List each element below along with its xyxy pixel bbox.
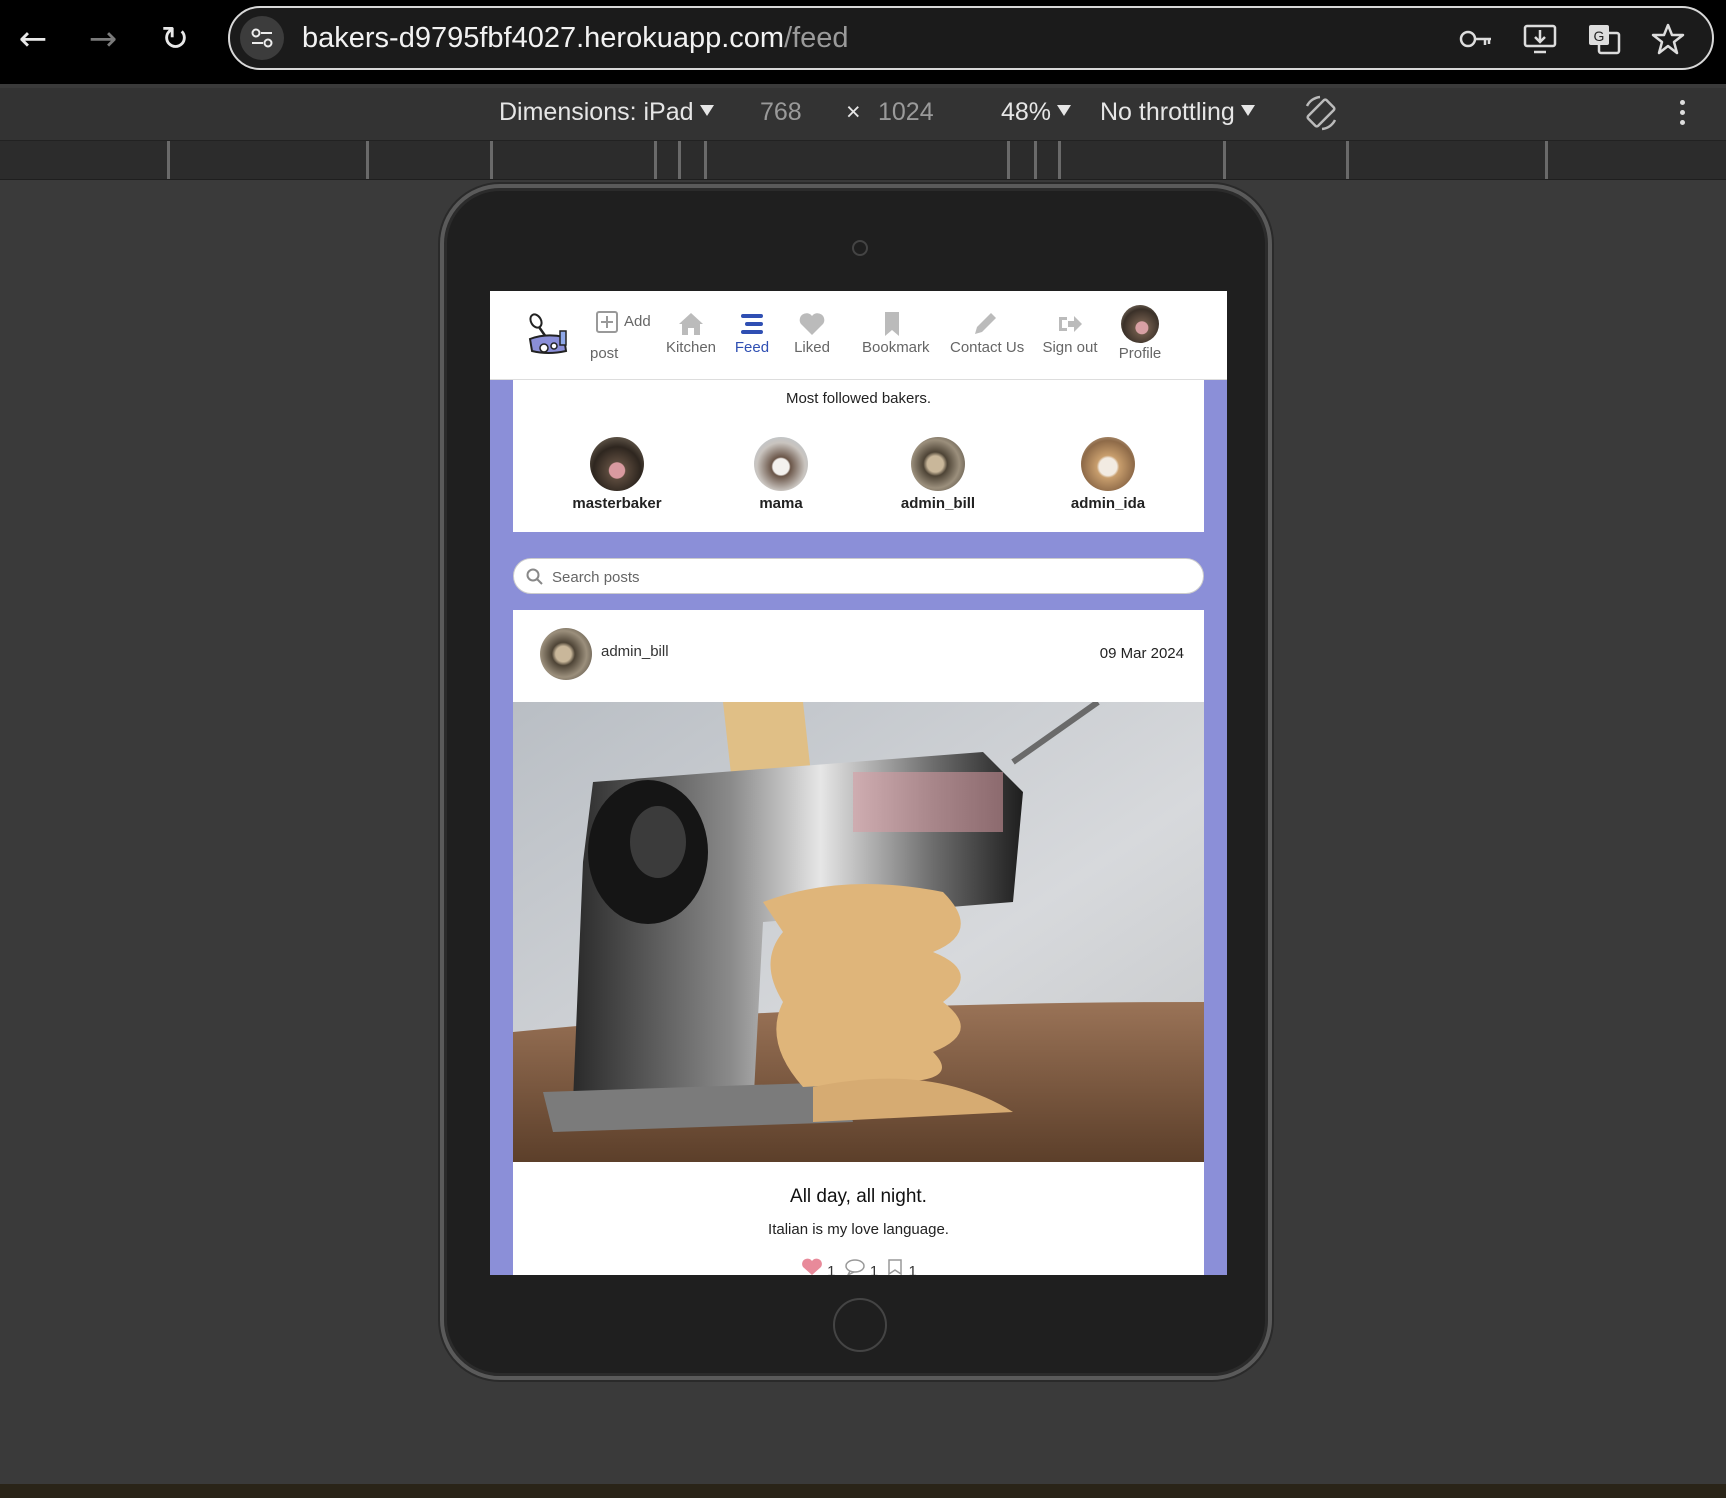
search-icon bbox=[526, 568, 543, 585]
height-input[interactable]: 1024 bbox=[878, 98, 934, 127]
nav-kitchen[interactable]: Kitchen bbox=[656, 309, 726, 356]
throttling-label: No throttling bbox=[1100, 98, 1235, 126]
nav-add-label: Add bbox=[624, 313, 651, 330]
zoom-select[interactable]: 48% bbox=[1001, 98, 1072, 127]
install-app-icon[interactable] bbox=[1522, 22, 1558, 56]
nav-kitchen-label: Kitchen bbox=[665, 339, 717, 356]
comment-count: 1 bbox=[869, 1263, 879, 1275]
followed-bakers-card: Most followed bakers. masterbaker mama a… bbox=[513, 380, 1204, 532]
baker-name: admin_bill bbox=[900, 495, 976, 512]
post-author[interactable]: admin_bill bbox=[601, 643, 669, 660]
post-header: admin_bill 09 Mar 2024 bbox=[513, 610, 1204, 702]
site-info-icon[interactable] bbox=[240, 16, 284, 60]
search-input[interactable] bbox=[550, 565, 1174, 589]
camera-dot bbox=[852, 240, 868, 256]
post-title: All day, all night. bbox=[790, 1186, 927, 1207]
nav-post-label: post bbox=[590, 345, 619, 362]
search-bar bbox=[513, 558, 1204, 594]
dimensions-select[interactable]: Dimensions: iPad bbox=[499, 98, 714, 127]
heart-icon bbox=[799, 313, 825, 335]
post-card: admin_bill 09 Mar 2024 All day, all nigh… bbox=[513, 610, 1204, 1275]
feed-bars-icon bbox=[741, 314, 763, 334]
svg-text:G: G bbox=[1594, 28, 1605, 44]
bakers-logo-icon[interactable] bbox=[524, 313, 572, 357]
nav-contact-label: Contact Us bbox=[950, 339, 1025, 356]
nav-liked-label: Liked bbox=[794, 339, 830, 356]
baker-avatar bbox=[1081, 437, 1135, 491]
nav-bookmark[interactable]: Bookmark bbox=[862, 309, 930, 356]
like-heart-icon[interactable] bbox=[801, 1258, 823, 1275]
address-bar[interactable]: bakers-d9795fbf4027.herokuapp.com/feed G bbox=[228, 6, 1714, 70]
reload-icon[interactable]: ↻ bbox=[156, 20, 194, 58]
nav-feed-label: Feed bbox=[734, 339, 770, 356]
baker-admin-bill[interactable]: admin_bill bbox=[878, 437, 998, 512]
pencil-icon bbox=[975, 313, 996, 334]
bookmark-icon bbox=[885, 312, 899, 336]
bottom-edge bbox=[0, 1484, 1726, 1498]
baker-masterbaker[interactable]: masterbaker bbox=[557, 437, 677, 512]
home-button bbox=[833, 1298, 887, 1352]
url-text: bakers-d9795fbf4027.herokuapp.com/feed bbox=[302, 22, 849, 55]
home-icon bbox=[679, 313, 703, 335]
baker-name: admin_ida bbox=[1070, 495, 1146, 512]
nav-contact[interactable]: Contact Us bbox=[950, 309, 1025, 356]
post-image-pasta-machine[interactable] bbox=[513, 702, 1204, 1162]
post-date: 09 Mar 2024 bbox=[1099, 645, 1184, 662]
rotate-icon[interactable] bbox=[1302, 94, 1340, 132]
times-sign: × bbox=[846, 98, 861, 126]
like-count: 1 bbox=[827, 1263, 836, 1275]
baker-mama[interactable]: mama bbox=[721, 437, 841, 512]
nav-profile-label: Profile bbox=[1118, 345, 1162, 362]
zoom-label: 48% bbox=[1001, 98, 1052, 126]
star-icon[interactable] bbox=[1650, 22, 1686, 56]
post-stats: 1 1 1 bbox=[801, 1258, 921, 1275]
url-path: /feed bbox=[784, 22, 849, 54]
device-toolbar: Dimensions: iPad 768 × 1024 48% No throt… bbox=[0, 88, 1726, 141]
nav-feed[interactable]: Feed bbox=[720, 309, 784, 356]
more-options-icon[interactable] bbox=[1680, 100, 1686, 128]
nav-liked[interactable]: Liked bbox=[782, 309, 842, 356]
key-icon[interactable] bbox=[1458, 22, 1494, 56]
comment-icon[interactable] bbox=[844, 1258, 866, 1275]
baker-avatar bbox=[754, 437, 808, 491]
width-input[interactable]: 768 bbox=[760, 98, 802, 127]
bookmark-count: 1 bbox=[908, 1263, 917, 1275]
baker-name: masterbaker bbox=[572, 495, 662, 512]
dimensions-label: Dimensions: iPad bbox=[499, 98, 694, 126]
nav-signout-label: Sign out bbox=[1042, 339, 1098, 356]
profile-avatar bbox=[1121, 305, 1159, 343]
nav-bookmark-label: Bookmark bbox=[862, 339, 930, 356]
back-arrow-icon[interactable]: ← bbox=[14, 20, 52, 58]
device-screen: Add post Kitchen Feed Liked Bookmark Con… bbox=[490, 291, 1227, 1275]
plus-square-icon bbox=[596, 311, 618, 333]
browser-toolbar: ← → ↻ bakers-d9795fbf4027.herokuapp.com/… bbox=[0, 0, 1726, 84]
url-host: bakers-d9795fbf4027.herokuapp.com bbox=[302, 22, 785, 54]
forward-arrow-icon[interactable]: → bbox=[84, 20, 122, 58]
baker-avatar bbox=[590, 437, 644, 491]
post-content: Italian is my love language. bbox=[768, 1221, 949, 1238]
followed-title: Most followed bakers. bbox=[785, 390, 932, 407]
post-author-avatar[interactable] bbox=[540, 628, 592, 680]
media-query-ruler bbox=[0, 141, 1726, 180]
baker-name: mama bbox=[759, 495, 803, 512]
baker-admin-ida[interactable]: admin_ida bbox=[1048, 437, 1168, 512]
baker-avatar bbox=[911, 437, 965, 491]
app-navbar: Add post Kitchen Feed Liked Bookmark Con… bbox=[490, 291, 1227, 380]
translate-icon[interactable]: G bbox=[1586, 22, 1622, 56]
bookmark-outline-icon[interactable] bbox=[886, 1258, 904, 1275]
nav-profile[interactable]: Profile bbox=[1115, 305, 1165, 362]
nav-signout[interactable]: Sign out bbox=[1040, 309, 1100, 356]
throttling-select[interactable]: No throttling bbox=[1100, 98, 1255, 127]
sign-out-icon bbox=[1059, 316, 1082, 332]
